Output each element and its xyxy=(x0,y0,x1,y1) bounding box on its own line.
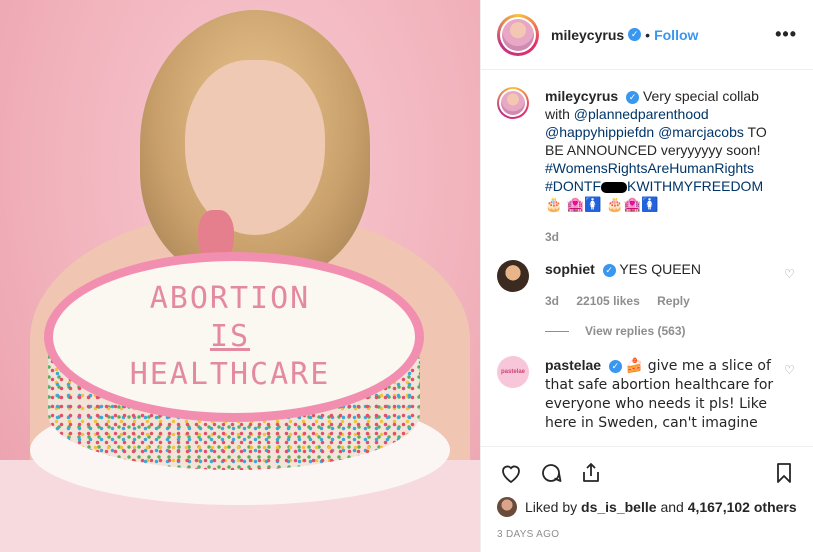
comment-username[interactable]: sophiet xyxy=(545,261,595,277)
post-side-panel: mileycyrus ✓ • Follow ••• mileycyrus ✓ V… xyxy=(480,0,813,552)
hashtag-dontf[interactable]: #DONTF KWITHMYFREEDOM xyxy=(545,178,763,194)
mention-marcjacobs[interactable]: @marcjacobs xyxy=(658,124,744,140)
comment-time[interactable]: 3d xyxy=(545,294,559,308)
cake-text-line-2: IS xyxy=(209,319,251,354)
comment-text: YES QUEEN xyxy=(619,261,702,277)
comment-avatar[interactable]: pastelae xyxy=(497,356,529,388)
comment-bubble-icon[interactable] xyxy=(537,459,565,487)
liker-avatar xyxy=(497,497,517,517)
caption-avatar[interactable] xyxy=(497,87,529,119)
liked-by-count[interactable]: 4,167,102 others xyxy=(688,499,797,515)
cake-text-line-3: HEALTHCARE xyxy=(129,357,331,392)
comments-list[interactable]: mileycyrus ✓ Very special collab with @p… xyxy=(481,71,813,445)
comment-reply-button[interactable]: Reply xyxy=(657,294,690,308)
comment-meta: 3d 22105 likes Reply xyxy=(545,292,775,310)
post-header: mileycyrus ✓ • Follow ••• xyxy=(481,0,813,70)
author-username[interactable]: mileycyrus xyxy=(551,27,624,43)
verified-badge-icon: ✓ xyxy=(626,90,640,104)
post-photo[interactable]: ABORTION IS HEALTHCARE xyxy=(0,0,480,552)
verified-badge-icon: ✓ xyxy=(602,263,616,277)
comment-likes[interactable]: 22105 likes xyxy=(576,294,639,308)
likes-summary[interactable]: Liked by ds_is_belle and 4,167,102 other… xyxy=(497,497,798,517)
cake-text-line-1: ABORTION xyxy=(149,281,311,316)
caption-username[interactable]: mileycyrus xyxy=(545,88,618,104)
hashtag-womensrights[interactable]: #WomensRightsAreHumanRights xyxy=(545,160,754,176)
follow-button[interactable]: Follow xyxy=(654,27,698,43)
redaction-mark xyxy=(601,181,627,193)
view-replies-button[interactable]: View replies (563) xyxy=(545,324,798,338)
liked-by-user[interactable]: ds_is_belle xyxy=(581,499,657,515)
replies-divider xyxy=(545,330,569,332)
comment-username[interactable]: pastelae xyxy=(545,357,601,373)
comment-avatar[interactable] xyxy=(497,260,529,292)
author-avatar[interactable] xyxy=(497,13,539,56)
header-separator: • xyxy=(645,26,651,43)
share-icon[interactable] xyxy=(577,459,605,487)
comment-like-heart-icon[interactable]: ♡ xyxy=(784,364,796,376)
comment-item: sophiet ✓ YES QUEEN 3d 22105 likes Reply… xyxy=(497,260,798,310)
mention-plannedparenthood[interactable]: @plannedparenthood xyxy=(574,106,709,122)
comment-avatar-label: pastelae xyxy=(500,369,525,375)
bookmark-icon[interactable] xyxy=(770,459,798,487)
liked-by-prefix: Liked by xyxy=(525,499,578,515)
more-options-icon[interactable]: ••• xyxy=(775,24,797,45)
verified-badge-icon: ✓ xyxy=(608,359,622,373)
caption-emojis: 🎂 🏩🚺 🎂🏩🚺 xyxy=(545,197,659,213)
caption: mileycyrus ✓ Very special collab with @p… xyxy=(497,87,798,246)
cake-lettering: ABORTION IS HEALTHCARE xyxy=(80,280,380,394)
liked-by-and: and xyxy=(660,499,684,515)
photo-subject-face xyxy=(185,60,325,235)
caption-time[interactable]: 3d xyxy=(545,230,559,244)
hashtag-dontf-end: KWITHMYFREEDOM xyxy=(627,178,764,194)
comment-item: pastelae pastelae ✓ 🍰 give me a slice of… xyxy=(497,356,798,432)
action-icons xyxy=(497,455,798,491)
mention-happyhippiefdn[interactable]: @happyhippiefdn xyxy=(545,124,654,140)
view-replies-label: View replies (563) xyxy=(585,324,686,338)
verified-badge-icon: ✓ xyxy=(628,28,642,41)
post-actions: Liked by ds_is_belle and 4,167,102 other… xyxy=(481,446,813,540)
hashtag-dontf-start: #DONTF xyxy=(545,178,601,194)
comment-like-heart-icon[interactable]: ♡ xyxy=(784,268,796,280)
caption-meta: 3d xyxy=(545,228,775,246)
like-heart-icon[interactable] xyxy=(497,459,525,487)
post-timestamp[interactable]: 3 DAYS AGO xyxy=(497,529,798,540)
